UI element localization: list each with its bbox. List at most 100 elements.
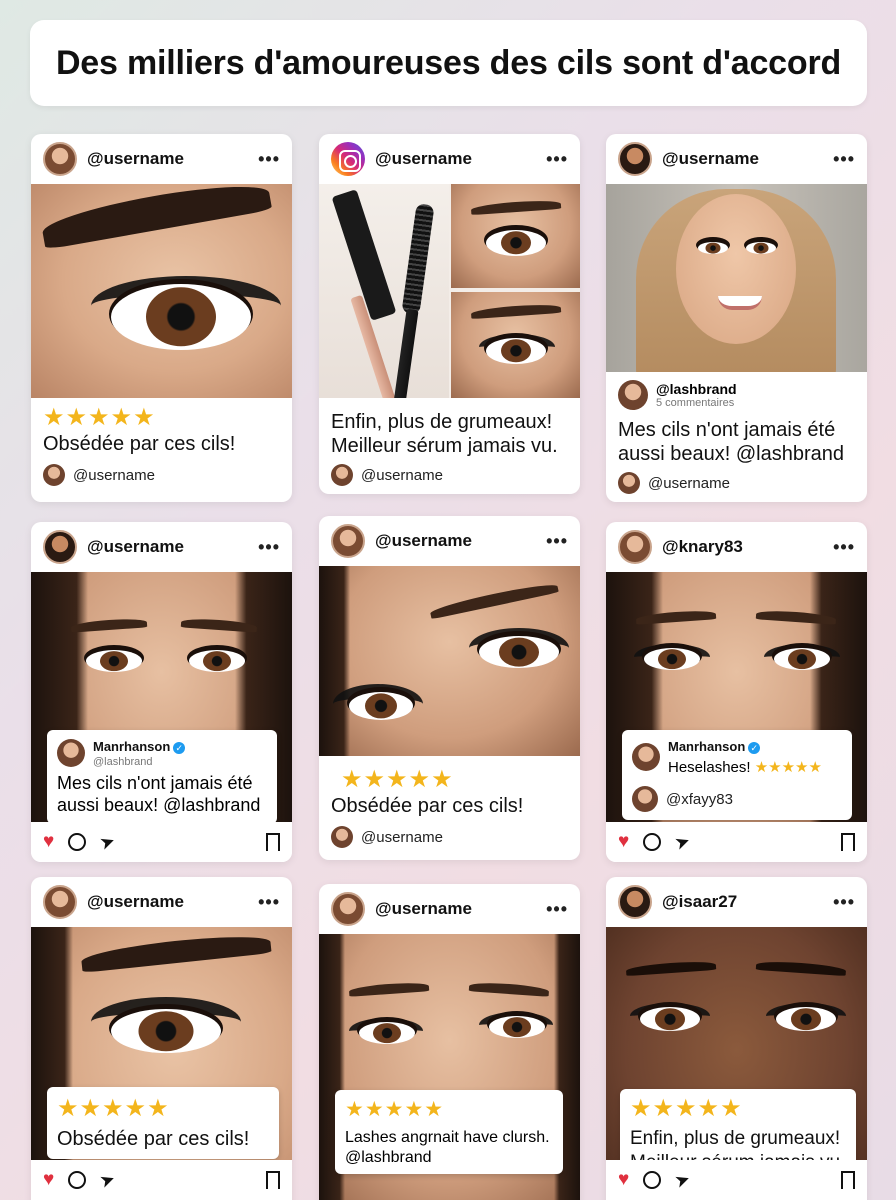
bubble-text: Heselashes! <box>668 759 751 776</box>
comment-bubble: Manrhanson ✓ @lashbrand Mes cils n'ont ja… <box>47 730 277 824</box>
review-text-line-1: Mes cils n'ont jamais été <box>618 419 836 441</box>
more-dots-icon[interactable]: ••• <box>546 149 568 170</box>
more-dots-icon[interactable]: ••• <box>833 149 855 170</box>
instagram-logo-icon <box>331 142 365 176</box>
mini-avatar <box>618 472 640 494</box>
avatar[interactable] <box>618 530 652 564</box>
username[interactable]: @username <box>375 899 536 919</box>
bookmark-icon[interactable] <box>841 833 855 857</box>
avatar[interactable] <box>43 142 77 176</box>
review-card-2[interactable]: @username ••• Enfin, plus de grumeaux! M… <box>319 134 580 494</box>
bubble-avatar <box>632 743 660 771</box>
more-dots-icon[interactable]: ••• <box>833 892 855 913</box>
more-dots-icon[interactable]: ••• <box>546 531 568 552</box>
send-icon[interactable]: ➤ <box>97 1168 118 1193</box>
heart-icon[interactable]: ♥ <box>43 831 54 853</box>
reviewer-name: @username <box>361 466 443 484</box>
review-text-line-1: Enfin, plus de grumeaux! <box>331 411 553 433</box>
comment-icon[interactable] <box>68 833 87 851</box>
verified-icon: ✓ <box>173 742 186 754</box>
review-text: Obsédée par ces cils! <box>57 1128 250 1150</box>
send-icon[interactable]: ➤ <box>672 830 693 855</box>
username[interactable]: @username <box>87 892 248 912</box>
mini-avatar <box>331 464 353 486</box>
review-text-line-2: @lashbrand <box>345 1149 432 1166</box>
eye-closeup-photo <box>31 184 292 398</box>
star-rating: ★★★★★ <box>630 1095 743 1122</box>
comment-icon[interactable] <box>643 833 662 851</box>
more-dots-icon[interactable]: ••• <box>833 537 855 558</box>
review-card-6[interactable]: @knary83 ••• Manrhanson ✓ Heselashes! ★★★… <box>606 522 867 862</box>
bubble-handle: @lashbrand <box>93 756 153 768</box>
review-card-3[interactable]: @username ••• @lashbrand 5 commentaires … <box>606 134 867 502</box>
comment-count[interactable]: 5 commentaires <box>656 397 737 409</box>
avatar[interactable] <box>618 885 652 919</box>
face <box>676 194 796 344</box>
mini-avatar <box>331 826 353 848</box>
bookmark-icon[interactable] <box>266 1171 280 1195</box>
star-rating: ★★★★★ <box>341 766 454 793</box>
avatar[interactable] <box>331 892 365 926</box>
heart-icon[interactable]: ♥ <box>618 831 629 853</box>
eye-after-photo <box>451 292 580 398</box>
bubble-name: Manrhanson <box>668 739 746 754</box>
reviewer: @username <box>331 826 568 848</box>
brand-row: @lashbrand 5 commentaires <box>606 372 867 410</box>
spoolie-brush <box>401 203 435 315</box>
reviewer-name: @username <box>361 828 443 846</box>
brand-name[interactable]: @lashbrand <box>656 381 737 397</box>
comment-icon[interactable] <box>68 1171 87 1189</box>
comment-icon[interactable] <box>643 1171 662 1189</box>
more-dots-icon[interactable]: ••• <box>258 149 280 170</box>
bubble-user: @xfayy83 <box>666 790 733 808</box>
star-rating: ★★★★★ <box>345 1098 445 1121</box>
send-icon[interactable]: ➤ <box>97 830 118 855</box>
avatar[interactable] <box>618 142 652 176</box>
review-card-4[interactable]: @username ••• Manrhanson ✓ @lashbrand Mes… <box>31 522 292 862</box>
bubble-name: Manrhanson <box>93 739 171 754</box>
more-dots-icon[interactable]: ••• <box>258 537 280 558</box>
review-text-line-1: Enfin, plus de grumeaux! <box>630 1128 841 1149</box>
product-collage-photo <box>319 184 580 398</box>
review-bubble: ★★★★★ Lashes angrnait have clursh. @lash… <box>335 1090 563 1174</box>
more-dots-icon[interactable]: ••• <box>546 899 568 920</box>
review-card-1[interactable]: @username ••• ★★★★★ Obsédée par ces cils… <box>31 134 292 502</box>
review-card-8[interactable]: @username ••• ★★★★★ Lashes angrnait have… <box>319 884 580 1200</box>
username[interactable]: @username <box>662 149 823 169</box>
review-text-line-2: aussi beaux! @lashbrand <box>618 443 844 465</box>
post-actions: ♥ ➤ <box>606 822 867 862</box>
eye-side-photo <box>319 566 580 756</box>
bookmark-icon[interactable] <box>841 1171 855 1195</box>
username[interactable]: @username <box>375 149 536 169</box>
review-text-line-1: Lashes angrnait have clursh. <box>345 1129 550 1146</box>
mini-avatar <box>632 786 658 812</box>
heart-icon[interactable]: ♥ <box>618 1169 629 1191</box>
username[interactable]: @knary83 <box>662 537 823 557</box>
comment-bubble: Manrhanson ✓ Heselashes! ★★★★★ @xfayy83 <box>622 730 852 820</box>
reviewer: @username <box>43 464 280 486</box>
post-actions: ♥ ➤ <box>31 1160 292 1200</box>
reviewer: @username <box>618 472 855 494</box>
bubble-text-line-2: aussi beaux! @lashbrand <box>57 795 261 815</box>
review-card-9[interactable]: @isaar27 ••• ★★★★★ Enfin, plus de grumea… <box>606 877 867 1200</box>
avatar[interactable] <box>43 530 77 564</box>
review-card-5[interactable]: @username ••• ★★★★★ Obsédée par ces cils… <box>319 516 580 860</box>
username[interactable]: @username <box>87 149 248 169</box>
avatar[interactable] <box>331 524 365 558</box>
review-bubble: ★★★★★ Obsédée par ces cils! <box>47 1087 279 1159</box>
username[interactable]: @username <box>87 537 248 557</box>
more-dots-icon[interactable]: ••• <box>258 892 280 913</box>
reviewer-name: @username <box>648 474 730 492</box>
send-icon[interactable]: ➤ <box>672 1168 693 1193</box>
mini-avatar <box>43 464 65 486</box>
review-text: Obsédée par ces cils! <box>43 433 236 455</box>
post-actions: ♥ ➤ <box>31 822 292 862</box>
bookmark-icon[interactable] <box>266 833 280 857</box>
username[interactable]: @isaar27 <box>662 892 823 912</box>
brand-avatar <box>618 380 648 410</box>
review-card-7[interactable]: @username ••• ★★★★★ Obsédée par ces cils… <box>31 877 292 1200</box>
bubble-text-line-1: Mes cils n'ont jamais été <box>57 773 253 793</box>
username[interactable]: @username <box>375 531 536 551</box>
avatar[interactable] <box>43 885 77 919</box>
heart-icon[interactable]: ♥ <box>43 1169 54 1191</box>
